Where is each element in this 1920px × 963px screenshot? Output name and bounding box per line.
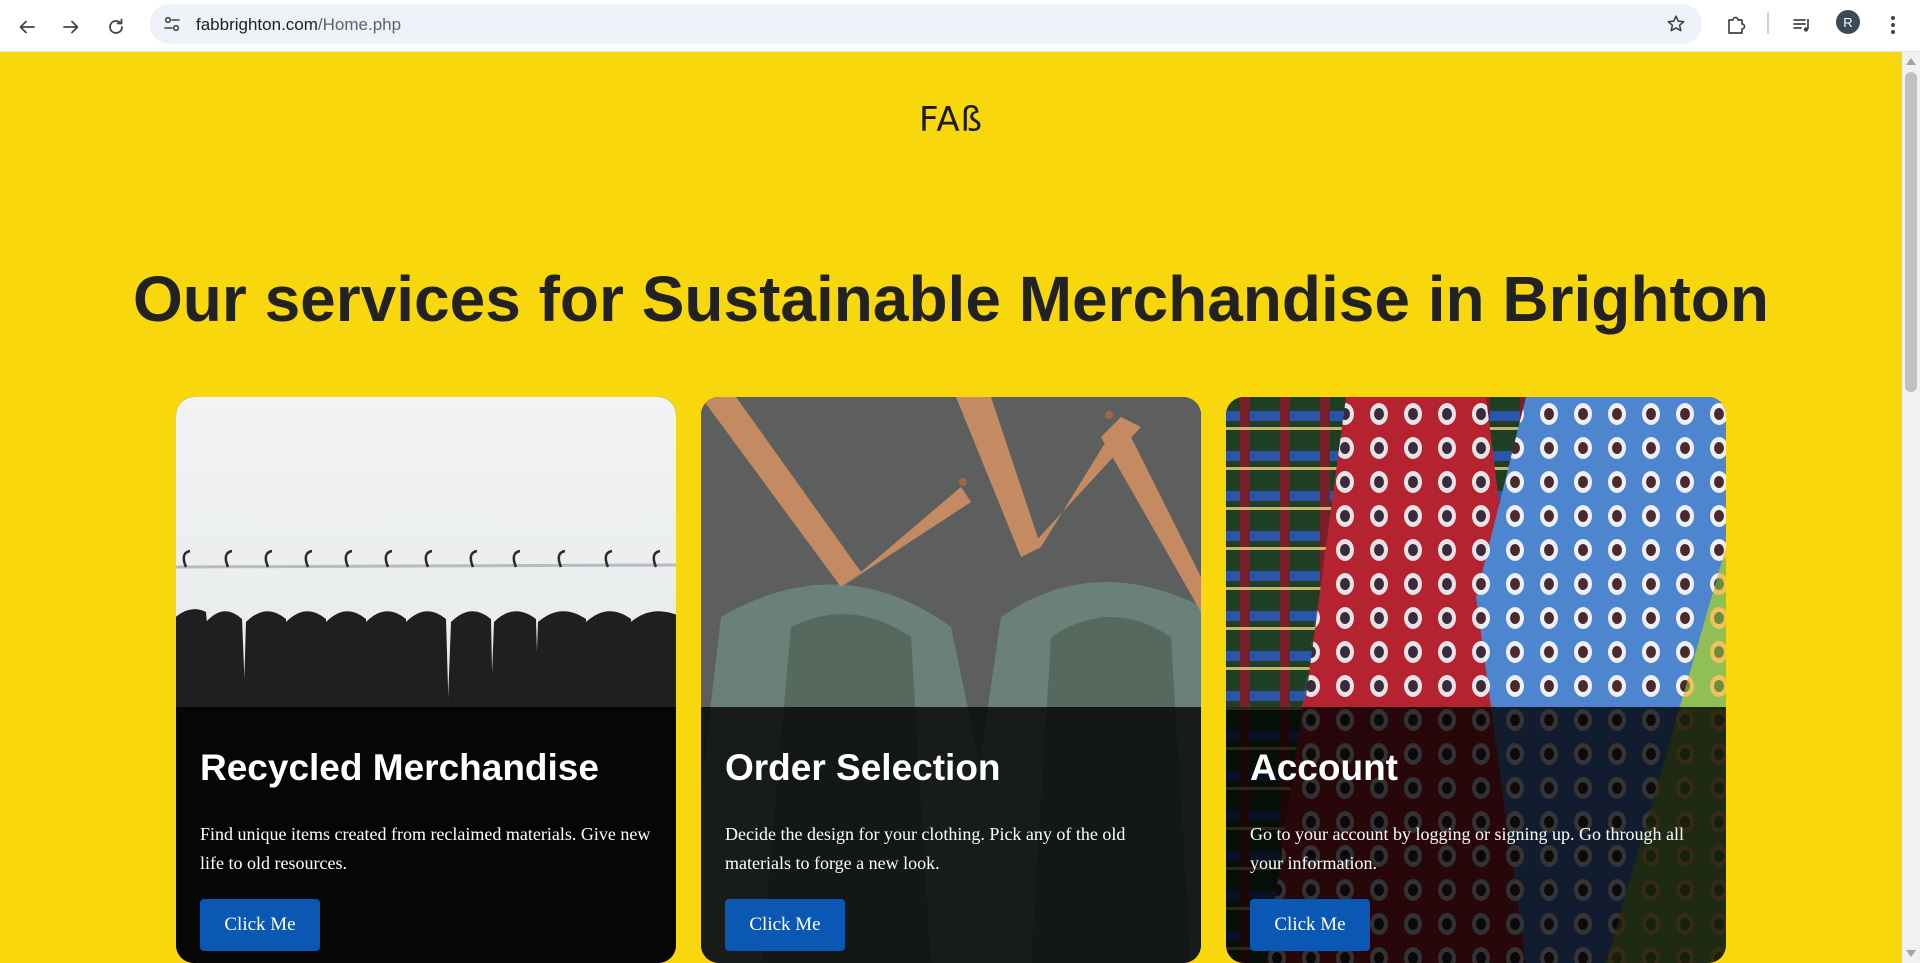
star-icon[interactable] bbox=[1664, 12, 1688, 36]
click-me-button[interactable]: Click Me bbox=[1250, 899, 1370, 951]
card-description: Decide the design for your clothing. Pic… bbox=[725, 824, 1126, 873]
site-settings-icon[interactable] bbox=[160, 12, 184, 36]
url-path: /Home.php bbox=[317, 15, 402, 34]
card-description: Find unique items created from reclaimed… bbox=[200, 824, 651, 873]
card-title: Recycled Merchandise bbox=[200, 747, 599, 788]
scroll-up-icon[interactable] bbox=[1906, 58, 1916, 65]
reload-icon bbox=[109, 18, 123, 34]
url-domain: fabbrighton.com bbox=[196, 15, 318, 34]
service-card-order: Order Selection Decide the design for yo… bbox=[701, 397, 1201, 963]
card-title: Account bbox=[1250, 747, 1398, 788]
toolbar-divider bbox=[1767, 12, 1769, 34]
card-description: Go to your account by logging or signing… bbox=[1250, 824, 1684, 873]
service-card-account: Account Go to your account by logging or… bbox=[1226, 397, 1726, 963]
click-me-button[interactable]: Click Me bbox=[200, 899, 320, 951]
scrollbar-thumb[interactable] bbox=[1905, 72, 1917, 392]
scroll-down-icon[interactable] bbox=[1906, 950, 1916, 957]
page-headline: Our services for Sustainable Merchandise… bbox=[133, 263, 1769, 335]
service-card-recycled: Recycled Merchandise Find unique items c… bbox=[176, 397, 676, 963]
page-viewport: FAß Our services for Sustainable Merchan… bbox=[0, 52, 1902, 963]
puzzle-icon[interactable] bbox=[1721, 10, 1751, 40]
url-text[interactable]: fabbrighton.com/Home.php bbox=[196, 15, 401, 35]
profile-avatar[interactable]: R bbox=[1836, 10, 1860, 34]
card-title: Order Selection bbox=[725, 747, 1001, 788]
forward-button[interactable] bbox=[52, 8, 90, 46]
browser-toolbar: fabbrighton.com/Home.php R bbox=[0, 0, 1920, 52]
reload-button[interactable] bbox=[97, 8, 135, 46]
back-button[interactable] bbox=[8, 8, 46, 46]
media-queue-icon[interactable] bbox=[1787, 10, 1817, 40]
address-bar[interactable]: fabbrighton.com/Home.php bbox=[150, 4, 1702, 44]
kebab-menu-icon[interactable] bbox=[1878, 10, 1908, 40]
page-scrollbar[interactable] bbox=[1902, 52, 1920, 963]
arrow-left-icon bbox=[19, 20, 35, 34]
site-logo[interactable]: FAß bbox=[0, 100, 1902, 140]
arrow-right-icon bbox=[63, 20, 79, 34]
click-me-button[interactable]: Click Me bbox=[725, 899, 845, 951]
